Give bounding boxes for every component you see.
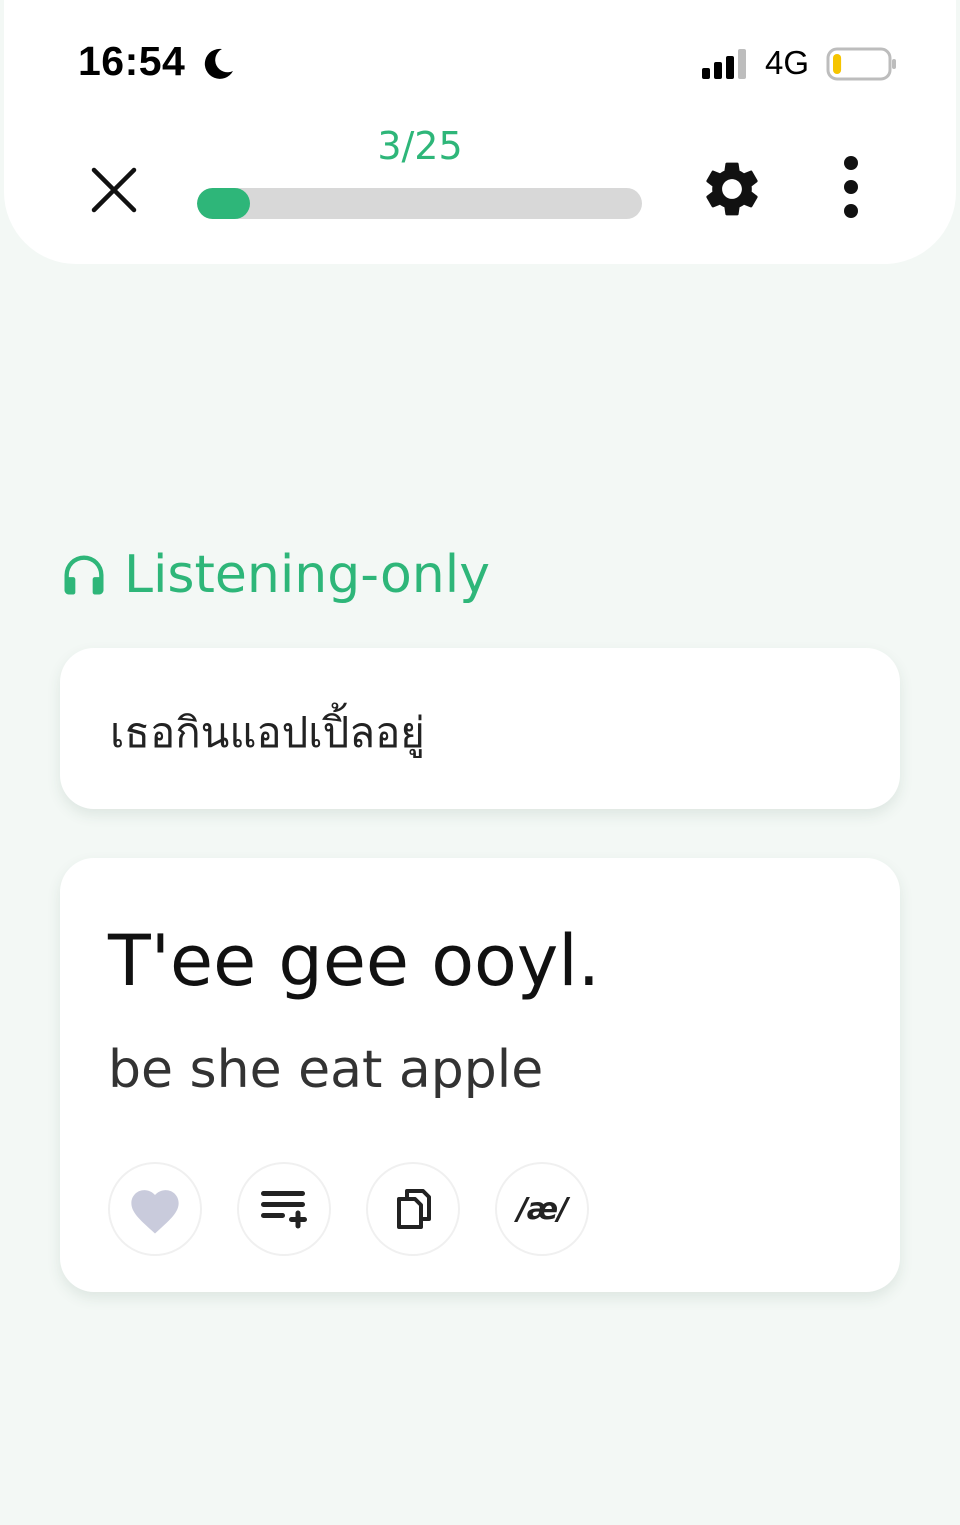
target-sentence-card: T'ee gee ooyl. be she eat apple /æ/ [60, 858, 900, 1292]
word-gloss: be she eat apple [108, 1040, 544, 1100]
battery-icon [826, 47, 896, 81]
close-icon[interactable] [86, 162, 142, 218]
add-to-list-button[interactable] [237, 1162, 331, 1256]
moon-icon [204, 48, 233, 79]
network-type: 4G [765, 44, 810, 81]
mode-label-text: Listening-only [124, 545, 490, 605]
copy-button[interactable] [366, 1162, 460, 1256]
ipa-label: /æ/ [516, 1191, 568, 1227]
mode-label: Listening-only [58, 540, 490, 610]
heart-icon [131, 1190, 179, 1234]
battery-fill [833, 54, 842, 74]
signal-icon [702, 49, 746, 79]
headphones-icon [64, 555, 104, 595]
status-bar: 16:54 4G [0, 0, 960, 120]
progress-bar [197, 188, 642, 219]
more-vertical-icon[interactable] [826, 152, 876, 228]
ipa-button[interactable]: /æ/ [495, 1162, 589, 1256]
copy-icon [397, 1189, 431, 1229]
progress-bar-fill [197, 188, 251, 219]
target-sentence: T'ee gee ooyl. [108, 920, 600, 1002]
progress-counter: 3/25 [377, 124, 463, 168]
like-button[interactable] [108, 1162, 202, 1256]
gear-icon[interactable] [699, 156, 765, 222]
playlist-add-icon [261, 1191, 307, 1229]
status-time: 16:54 [78, 38, 186, 84]
native-sentence: เธอกินแอปเปิ้ลอยู่ [110, 708, 425, 757]
native-sentence-card: เธอกินแอปเปิ้ลอยู่ [60, 648, 900, 809]
